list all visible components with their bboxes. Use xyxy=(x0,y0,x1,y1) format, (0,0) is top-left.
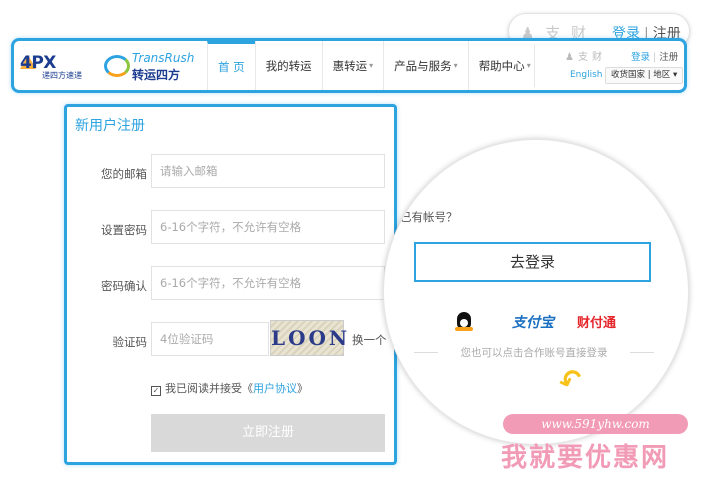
go-login-button[interactable]: 去登录 xyxy=(414,242,651,282)
form-title: 新用户注册 xyxy=(75,118,145,134)
header-register-link[interactable]: 注册 xyxy=(659,52,678,63)
logo-transrush[interactable]: TransRush 转运四方 xyxy=(102,51,202,85)
nav-my-transship-label: 我的转运 xyxy=(265,58,312,73)
nav-help[interactable]: 帮助中心 ▾ xyxy=(467,41,541,90)
qq-icon[interactable]: ♟ xyxy=(565,52,574,63)
qq-login-icon[interactable] xyxy=(455,312,473,333)
alipay-login-icon[interactable]: 支付宝 xyxy=(512,312,554,332)
alipay-icon[interactable]: 支 xyxy=(578,52,588,63)
agreement-row: ✓ 我已阅读并接受《用户协议》 xyxy=(151,380,308,396)
password-label: 设置密码 xyxy=(101,223,147,237)
header-account-area: ♟ 支财 登录 | 注册 English 收货国家 | 地区 ▾ xyxy=(534,45,686,87)
agree-suffix: 》 xyxy=(297,382,308,395)
transrush-swirl-icon xyxy=(104,55,130,77)
captcha-field[interactable]: 4位验证码 xyxy=(151,322,269,356)
partner-login-hint: 您也可以点击合作账号直接登录 xyxy=(414,345,654,360)
logo-4px[interactable]: 4PX 递四方速递 xyxy=(20,53,100,81)
watermark-url: www.591yhw.com xyxy=(503,414,688,434)
qq-penguin-icon xyxy=(455,312,473,331)
caifu-login-icon[interactable]: 财付通 xyxy=(577,312,616,331)
logo-4px-sub: 递四方速递 xyxy=(42,71,82,80)
english-link[interactable]: English xyxy=(570,70,603,80)
region-select[interactable]: 收货国家 | 地区 ▾ xyxy=(605,67,684,84)
header-login-link[interactable]: 登录 xyxy=(631,52,650,63)
nav-products-label: 产品与服务 xyxy=(394,58,452,73)
register-button[interactable]: 立即注册 xyxy=(151,414,385,452)
header-auth-links: 登录 | 注册 xyxy=(631,49,678,63)
captcha-image[interactable]: LOON xyxy=(270,320,347,356)
nav-home[interactable]: 首 页 xyxy=(207,41,255,90)
logo-transrush-en: TransRush xyxy=(132,51,195,65)
user-agreement-link[interactable]: 用户协议 xyxy=(253,382,297,395)
confirm-password-field[interactable]: 6-16个字符，不允许有空格 xyxy=(151,266,385,300)
register-form: 新用户注册 您的邮箱 请输入邮箱 设置密码 6-16个字符，不允许有空格 密码确… xyxy=(64,104,397,465)
captcha-label: 验证码 xyxy=(112,335,148,349)
email-field[interactable]: 请输入邮箱 xyxy=(151,154,385,188)
nav-deals-label: 惠转运 xyxy=(332,58,368,73)
agree-prefix: 我已阅读并接受《 xyxy=(165,382,253,395)
confirm-label: 密码确认 xyxy=(101,279,147,293)
chevron-down-icon: ▾ xyxy=(453,61,458,70)
header-social-icons: ♟ 支财 xyxy=(565,48,606,63)
main-nav: 首 页 我的转运 惠转运 ▾ 产品与服务 ▾ 帮助中心 ▾ xyxy=(207,41,541,90)
password-field[interactable]: 6-16个字符，不允许有空格 xyxy=(151,210,385,244)
login-panel-zoom: 已有帐号？ 去登录 支付宝 财付通 您也可以点击合作账号直接登录 ↶ xyxy=(383,139,689,445)
nav-home-label: 首 页 xyxy=(218,60,245,74)
nav-help-label: 帮助中心 xyxy=(478,58,525,73)
site-header: 4PX 递四方速递 TransRush 转运四方 首 页 我的转运 惠转运 ▾ 产… xyxy=(11,38,687,93)
nav-products[interactable]: 产品与服务 ▾ xyxy=(383,41,468,90)
divider: | xyxy=(653,52,657,63)
captcha-refresh-link[interactable]: 换一个 xyxy=(352,332,387,348)
nav-deals[interactable]: 惠转运 ▾ xyxy=(321,41,384,90)
watermark-name: 我就要优惠网 xyxy=(501,443,670,473)
logo-transrush-cn: 转运四方 xyxy=(132,68,181,82)
chevron-down-icon: ▾ xyxy=(369,61,374,70)
caifu-icon[interactable]: 财 xyxy=(592,52,602,63)
email-label: 您的邮箱 xyxy=(101,167,147,181)
nav-my-transship[interactable]: 我的转运 xyxy=(254,41,322,90)
curved-arrow-icon: ↶ xyxy=(554,360,588,401)
agree-checkbox[interactable]: ✓ xyxy=(151,386,161,396)
has-account-text: 已有帐号？ xyxy=(400,210,458,224)
chevron-down-icon: ▾ xyxy=(526,61,531,70)
